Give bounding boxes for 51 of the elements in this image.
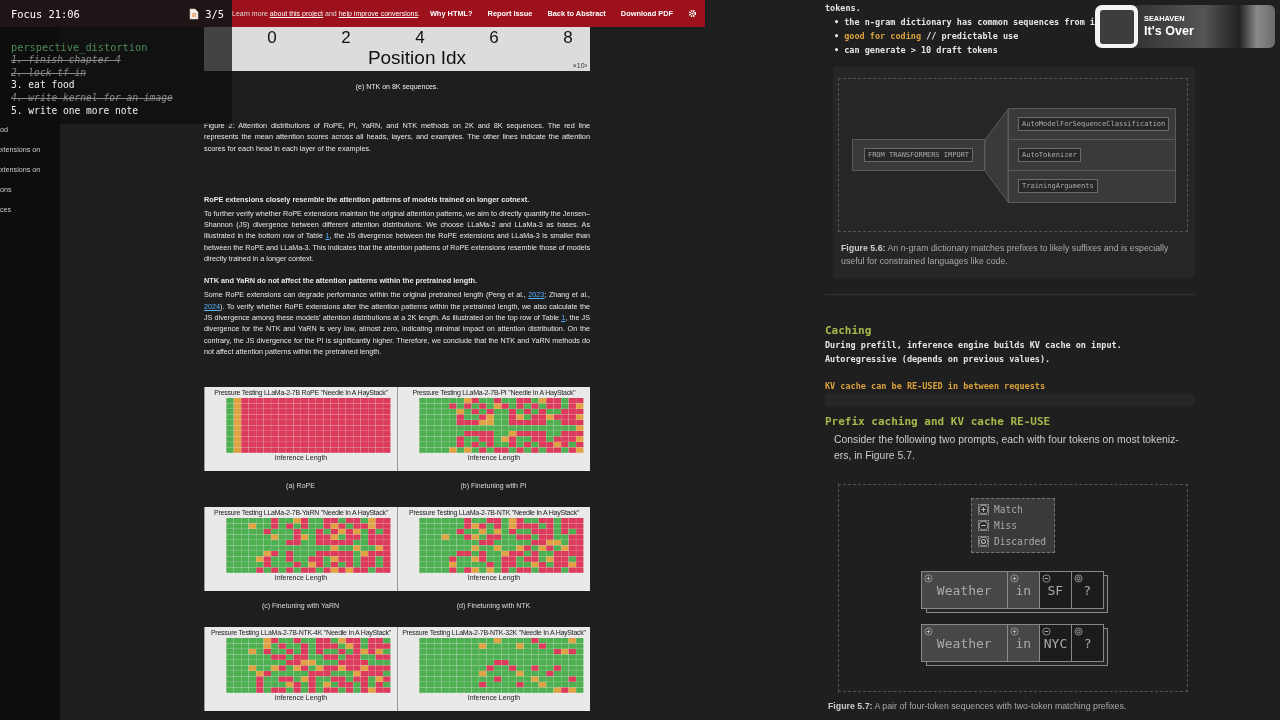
token-cell: in xyxy=(1006,571,1040,609)
task-item: 4. write kernel for an image xyxy=(11,92,174,105)
minus-icon xyxy=(1041,627,1051,636)
section-heading: Prefix caching and KV cache RE-USE xyxy=(825,415,1052,429)
note-text: During prefill, inference engine builds KV cache on input. xyxy=(825,339,1123,352)
token-cell: in xyxy=(1006,624,1040,662)
axis-tick: 2 xyxy=(341,28,351,48)
axis-tick: 6 xyxy=(489,28,499,48)
plus-icon xyxy=(1009,574,1019,583)
bullet-item: • the n-gram dictionary has common sequences from i xyxy=(833,16,1095,29)
token-cell: ? xyxy=(1070,571,1104,609)
legend-label: Miss xyxy=(994,519,1018,532)
document-icon xyxy=(189,7,200,20)
axis-tick: 8 xyxy=(563,28,573,48)
bullet-item: • can generate > 10 draft tokens xyxy=(833,44,998,57)
task-item: 1. finish chapter 4 xyxy=(11,54,122,67)
token-cell: Weather xyxy=(920,624,1008,662)
token-cell: Weather xyxy=(920,571,1008,609)
task-item: 2. lock tf in xyxy=(11,66,88,80)
note-text: Autoregressive (depends on previous values). xyxy=(825,353,1052,366)
ring-icon xyxy=(1074,627,1084,636)
minus-icon xyxy=(1041,574,1051,583)
paragraph: Consider the following two prompts, each with four tokens on most tokeniz- ers, in Figure 5.7. xyxy=(833,433,1180,463)
legend-label: Match xyxy=(994,503,1023,516)
token-cell: ? xyxy=(1071,624,1105,662)
task-item: 3. eat food xyxy=(11,79,76,93)
ring-icon xyxy=(1073,574,1083,583)
list-title: perspective_distortion xyxy=(11,40,149,54)
ring-icon xyxy=(978,536,989,547)
track-title: It's Over xyxy=(1144,24,1194,39)
task-item: 5. write one more note xyxy=(11,104,140,118)
plus-icon xyxy=(923,574,933,583)
plus-icon xyxy=(1009,627,1019,636)
minus-icon xyxy=(978,520,989,531)
timer-label: Focus 21:06 xyxy=(11,7,81,20)
highlight-note: KV cache can be RE-USED in between requests xyxy=(825,380,1047,393)
bullet-item: • good for coding // predictable use xyxy=(833,30,1019,43)
plus-icon xyxy=(978,504,989,515)
settings-icon[interactable] xyxy=(688,9,697,18)
token-cell: NYC xyxy=(1038,624,1073,662)
legend-label: Discarded xyxy=(994,535,1046,548)
figure-caption: Figure 5.7: A pair of four-token sequences with two-token matching prefixes. xyxy=(827,700,1128,713)
section-heading: Caching xyxy=(825,324,873,338)
axis-tick: 4 xyxy=(415,28,425,48)
figure-caption: Figure 5.6: An n-gram dictionary matches prefixes to likely suffixes and is especially useful for constrained languages like code. xyxy=(840,242,1170,268)
plus-icon xyxy=(923,627,933,636)
axis-label: Position Idx xyxy=(367,48,467,68)
task-counter: 3/5 xyxy=(205,7,224,20)
token-cell: SF xyxy=(1038,571,1072,609)
axis-tick: 0 xyxy=(267,28,277,48)
note-text: tokens. xyxy=(825,2,862,15)
